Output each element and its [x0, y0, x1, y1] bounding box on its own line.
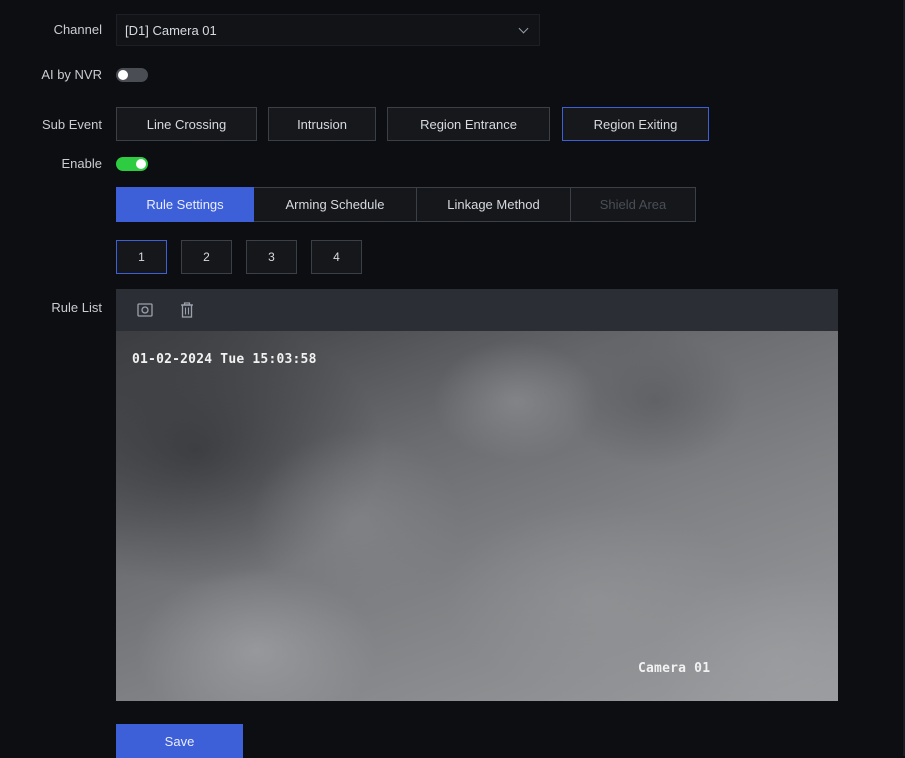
video-timestamp: 01-02-2024 Tue 15:03:58 [132, 352, 317, 367]
toggle-knob [136, 159, 146, 169]
rule-button-1[interactable]: 1 [116, 240, 167, 274]
save-button[interactable]: Save [116, 724, 243, 758]
sub-event-line-crossing[interactable]: Line Crossing [116, 107, 257, 141]
enable-label: Enable [61, 156, 102, 171]
ai-by-nvr-label: AI by NVR [41, 67, 102, 82]
rule-button-3[interactable]: 3 [246, 240, 297, 274]
tab-arming-schedule[interactable]: Arming Schedule [254, 187, 417, 222]
enable-toggle[interactable] [116, 157, 148, 171]
sub-event-intrusion[interactable]: Intrusion [268, 107, 376, 141]
toggle-knob [118, 70, 128, 80]
rule-button-4[interactable]: 4 [311, 240, 362, 274]
ai-by-nvr-toggle[interactable] [116, 68, 148, 82]
camera-preview[interactable]: 01-02-2024 Tue 15:03:58 Camera 01 [116, 331, 838, 701]
sub-event-label: Sub Event [42, 117, 102, 132]
settings-tabs: Rule Settings Arming Schedule Linkage Me… [116, 187, 696, 222]
channel-label: Channel [53, 22, 102, 37]
tab-rule-settings[interactable]: Rule Settings [116, 187, 254, 222]
sub-event-region-entrance[interactable]: Region Entrance [387, 107, 550, 141]
delete-icon[interactable] [178, 301, 196, 319]
rule-list-label: Rule List [51, 300, 102, 315]
channel-select[interactable]: [D1] Camera 01 [116, 14, 540, 46]
tab-shield-area: Shield Area [571, 187, 696, 222]
draw-rule-icon[interactable] [136, 301, 154, 319]
tab-linkage-method[interactable]: Linkage Method [417, 187, 571, 222]
chevron-down-icon [518, 23, 529, 34]
sub-event-region-exiting[interactable]: Region Exiting [562, 107, 709, 141]
rule-button-2[interactable]: 2 [181, 240, 232, 274]
video-camera-name: Camera 01 [638, 661, 711, 676]
channel-value: [D1] Camera 01 [125, 22, 217, 38]
rule-toolbar [116, 289, 838, 331]
